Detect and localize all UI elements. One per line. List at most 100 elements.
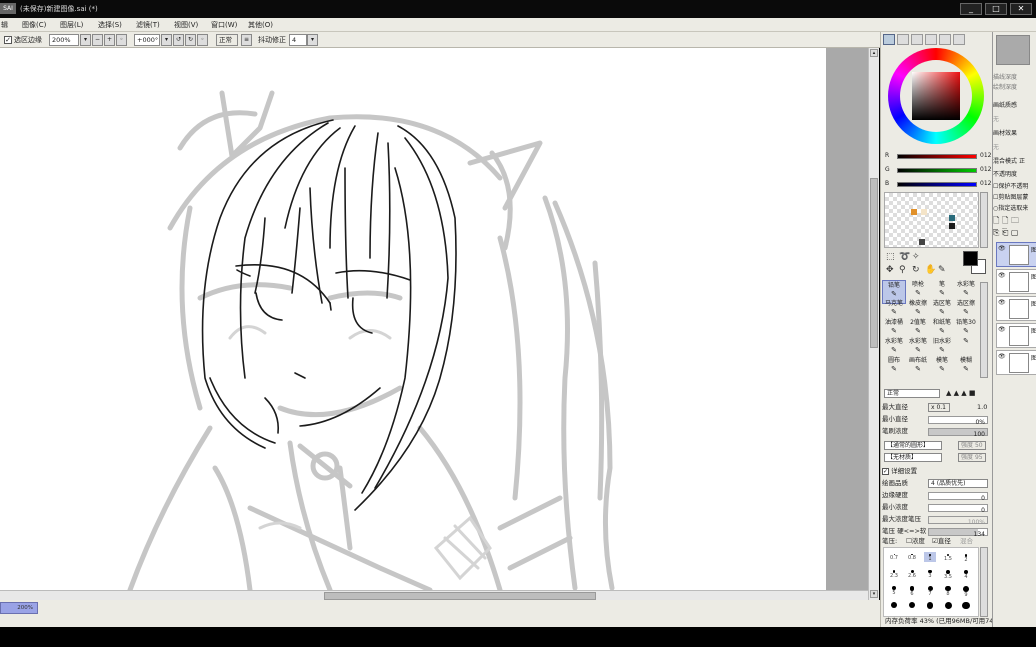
layer-item[interactable]: 👁 图 — [996, 350, 1036, 375]
brush-size-preset[interactable]: 1 — [924, 552, 936, 562]
brush-grid-scrollbar[interactable] — [980, 282, 988, 378]
brush-size-preset[interactable] — [960, 600, 972, 610]
brush-tool[interactable]: 画布纸 ✎ — [906, 356, 930, 380]
color-mix-tab[interactable] — [953, 34, 965, 45]
rotate-right-button[interactable]: ↻ — [185, 34, 196, 46]
brush-size-preset[interactable]: 5 — [888, 584, 900, 596]
layer-item[interactable]: 👁 图 — [996, 323, 1036, 348]
vertical-scroll-thumb[interactable] — [870, 178, 878, 348]
zoom-dropdown-button[interactable]: ▾ — [80, 34, 91, 46]
red-slider[interactable] — [897, 154, 977, 159]
navigator-zoom-tab[interactable]: 200% — [0, 602, 38, 614]
layer-action-icons[interactable]: 🗋 🗋 🗀 — [993, 215, 1036, 229]
brush-size-preset[interactable]: 3 — [924, 568, 936, 579]
brush-size-preset[interactable]: 4 — [960, 568, 972, 580]
rotate-reset-button[interactable]: ◦ — [197, 34, 208, 46]
brush-size-scrollbar[interactable] — [980, 547, 988, 617]
scroll-up-arrow[interactable]: ▴ — [870, 49, 878, 57]
rgb-slider-tab[interactable] — [897, 34, 909, 45]
zoom-field[interactable]: 200% — [49, 34, 79, 46]
rotate-left-button[interactable]: ↺ — [173, 34, 184, 46]
eye-icon[interactable]: 👁 — [998, 272, 1006, 279]
swatch-tab[interactable] — [925, 34, 937, 45]
layer-item[interactable]: 👁 图 — [996, 269, 1036, 294]
eye-icon[interactable]: 👁 — [998, 326, 1006, 333]
brush-tool[interactable]: 模笔 ✎ — [930, 356, 954, 380]
stabilizer-field[interactable]: 4 — [289, 34, 307, 46]
menu-window[interactable]: 窗口(W) — [211, 20, 237, 30]
rotate-icon[interactable]: ↻ — [912, 265, 920, 275]
close-button[interactable]: ✕ — [1010, 3, 1032, 15]
eye-icon[interactable]: 👁 — [998, 299, 1006, 306]
menu-other[interactable]: 其他(O) — [248, 20, 273, 30]
drawing-canvas[interactable] — [0, 48, 826, 590]
min-density-slider[interactable]: 0 — [928, 504, 988, 514]
selection-source-radio[interactable]: ○指定选取来 — [993, 203, 1036, 212]
scratchpad-tab[interactable] — [939, 34, 951, 45]
min-size-slider[interactable]: 0% — [928, 416, 988, 426]
blend-mode-button[interactable]: 正常 — [216, 34, 238, 46]
shape-strength[interactable]: 强度 50 — [958, 441, 986, 450]
foreground-color[interactable] — [963, 251, 978, 266]
angle-dropdown-button[interactable]: ▾ — [161, 34, 172, 46]
brush-size-preset[interactable]: 3.5 — [942, 568, 954, 580]
green-slider[interactable] — [897, 168, 977, 173]
size-multiplier[interactable]: x 0.1 — [928, 403, 950, 412]
lasso-icon[interactable]: ➰ — [899, 252, 910, 262]
maximize-button[interactable]: □ — [985, 3, 1007, 15]
menu-edit[interactable]: 辑 — [1, 20, 8, 30]
brush-tool[interactable]: 圆布 ✎ — [882, 356, 906, 380]
pressure-blend-toggle[interactable]: 混合 — [960, 536, 973, 547]
color-wheel-tab[interactable] — [883, 34, 895, 45]
brush-shape-select[interactable]: 【通常的圆形】 — [884, 441, 942, 450]
brush-shape-icons[interactable]: ▲ ▲ ▲ ■ — [946, 388, 975, 399]
eyedropper-icon[interactable]: ✎ — [938, 265, 946, 275]
brush-size-preset[interactable] — [924, 600, 936, 609]
angle-field[interactable]: +000° — [134, 34, 160, 46]
zoom-icon[interactable]: ⚲ — [899, 265, 906, 275]
eye-icon[interactable]: 👁 — [998, 245, 1006, 252]
zoom-in-button[interactable]: + — [104, 34, 115, 46]
menu-layer[interactable]: 图层(L) — [60, 20, 83, 30]
scroll-down-arrow[interactable]: ▾ — [870, 590, 878, 598]
move-icon[interactable]: ✥ — [886, 265, 894, 275]
rect-select-icon[interactable]: ⬚ — [886, 252, 895, 262]
material-select[interactable]: 无 — [993, 142, 1036, 151]
brush-size-preset[interactable] — [888, 600, 900, 608]
brush-size-preset[interactable]: 2.6 — [906, 568, 918, 579]
density-slider[interactable]: 100 — [928, 428, 988, 438]
brush-tool[interactable]: 模糊 ✎ — [954, 356, 978, 380]
brush-mode-select[interactable]: 正常 — [884, 389, 940, 398]
texture-strength[interactable]: 强度 95 — [958, 453, 986, 462]
hand-icon[interactable]: ✋ — [925, 265, 936, 275]
detail-settings-row[interactable]: ✓ 详细设置 — [882, 466, 990, 477]
navigator-preview[interactable] — [996, 35, 1030, 65]
brush-size-preset[interactable]: 9 — [960, 584, 972, 598]
brush-size-preset[interactable]: 1.5 — [942, 552, 954, 562]
selection-edge-checkbox[interactable]: ✓ — [4, 36, 12, 44]
hsv-slider-tab[interactable] — [911, 34, 923, 45]
max-density-slider[interactable]: 100% — [928, 516, 988, 526]
blue-slider[interactable] — [897, 182, 977, 187]
scratchpad-scrollbar[interactable] — [980, 192, 988, 248]
scratchpad[interactable] — [884, 192, 979, 248]
layer-item[interactable]: 👁 图 — [996, 296, 1036, 321]
quality-select[interactable]: 4 (品质优先) — [928, 479, 988, 488]
menu-view[interactable]: 视图(V) — [174, 20, 198, 30]
brush-size-preset[interactable] — [942, 600, 954, 609]
edge-slider[interactable]: 0 — [928, 492, 988, 502]
brush-size-preset[interactable]: 0.7 — [888, 552, 900, 561]
horizontal-scrollbar[interactable] — [0, 590, 868, 600]
clipping-checkbox[interactable]: ☐剪贴图层蒙 — [993, 192, 1036, 201]
layer-item[interactable]: 👁 图 — [996, 242, 1036, 267]
menu-image[interactable]: 图像(C) — [22, 20, 46, 30]
menu-filter[interactable]: 滤镜(T) — [136, 20, 160, 30]
horizontal-scroll-thumb[interactable] — [324, 592, 596, 600]
color-wheel[interactable] — [888, 48, 984, 144]
brush-size-preset[interactable]: 8 — [942, 584, 954, 597]
pressure-slider[interactable]: 134 — [928, 528, 988, 538]
brush-size-preset[interactable] — [906, 600, 918, 609]
brush-size-preset[interactable]: 0.8 — [906, 552, 918, 561]
menu-select[interactable]: 选择(S) — [98, 20, 122, 30]
eye-icon[interactable]: 👁 — [998, 353, 1006, 360]
